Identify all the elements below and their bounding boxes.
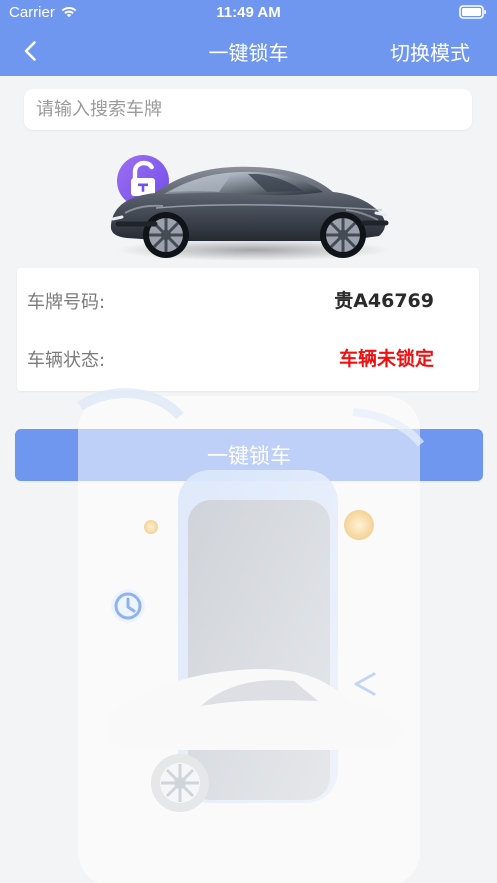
- plate-number-value: 贵A46769: [334, 290, 434, 312]
- status-time: 11:49 AM: [216, 4, 281, 21]
- one-click-lock-button[interactable]: 一键锁车: [15, 429, 483, 481]
- vehicle-status-row: 车辆状态: 车辆未锁定: [17, 334, 479, 376]
- app-header: Carrier 11:49 AM 一键锁车 切换模式: [0, 0, 497, 76]
- lock-car-page: Carrier 11:49 AM 一键锁车 切换模式 请输入搜索车牌 车牌号码:…: [0, 0, 497, 883]
- vehicle-status-label: 车辆状态:: [27, 350, 106, 371]
- vehicle-status-value: 车辆未锁定: [338, 348, 434, 370]
- plate-number-row: 车牌号码: 贵A46769: [17, 276, 479, 318]
- navigation-bar: 一键锁车 切换模式: [0, 26, 497, 76]
- plate-number-label: 车牌号码:: [27, 292, 106, 313]
- switch-mode-button[interactable]: 切换模式: [390, 37, 470, 66]
- status-bar: Carrier 11:49 AM: [0, 0, 497, 26]
- vehicle-info-card: 车牌号码: 贵A46769 车辆状态: 车辆未锁定: [17, 268, 479, 391]
- plate-search-box[interactable]: [24, 89, 472, 130]
- car-illustration: [110, 166, 390, 261]
- battery-icon: [459, 5, 486, 19]
- plate-search-input[interactable]: [24, 89, 472, 130]
